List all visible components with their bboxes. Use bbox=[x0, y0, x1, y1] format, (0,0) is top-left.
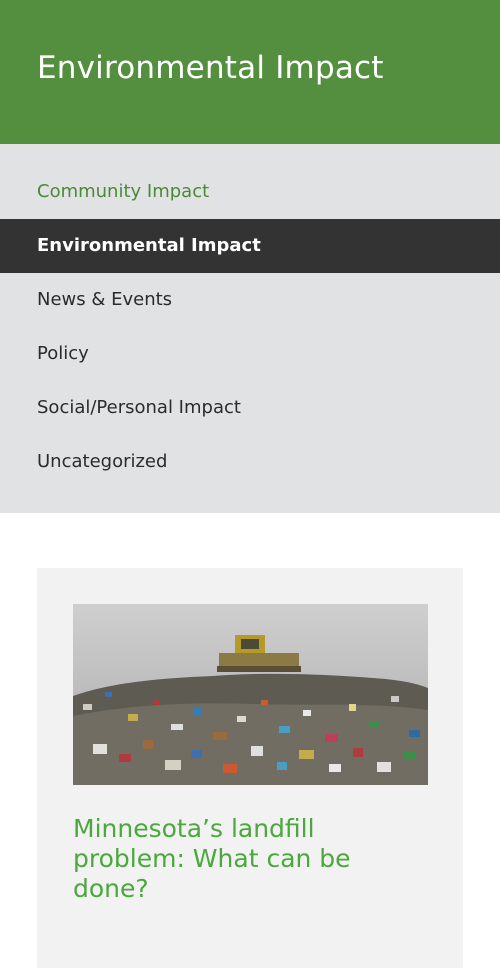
menu-item-uncategorized[interactable]: Uncategorized bbox=[0, 435, 500, 489]
post-thumbnail-image[interactable] bbox=[73, 604, 428, 785]
post-title-link[interactable]: Minnesota’s landfill problem: What can b… bbox=[73, 814, 351, 903]
menu-item-community-impact[interactable]: Community Impact bbox=[0, 165, 500, 219]
menu-item-news-events[interactable]: News & Events bbox=[0, 273, 500, 327]
post-card: Minnesota’s landfill problem: What can b… bbox=[37, 568, 463, 968]
post-title: Minnesota’s landfill problem: What can b… bbox=[73, 814, 383, 904]
menu-item-policy[interactable]: Policy bbox=[0, 327, 500, 381]
menu-item-social-personal-impact[interactable]: Social/Personal Impact bbox=[0, 381, 500, 435]
page-header: Environmental Impact bbox=[0, 0, 500, 144]
landfill-photo bbox=[73, 604, 428, 785]
menu-item-environmental-impact[interactable]: Environmental Impact bbox=[0, 219, 500, 273]
category-menu: Community Impact Environmental Impact Ne… bbox=[0, 144, 500, 513]
main-content: Minnesota’s landfill problem: What can b… bbox=[0, 513, 500, 968]
page-title: Environmental Impact bbox=[37, 50, 384, 86]
